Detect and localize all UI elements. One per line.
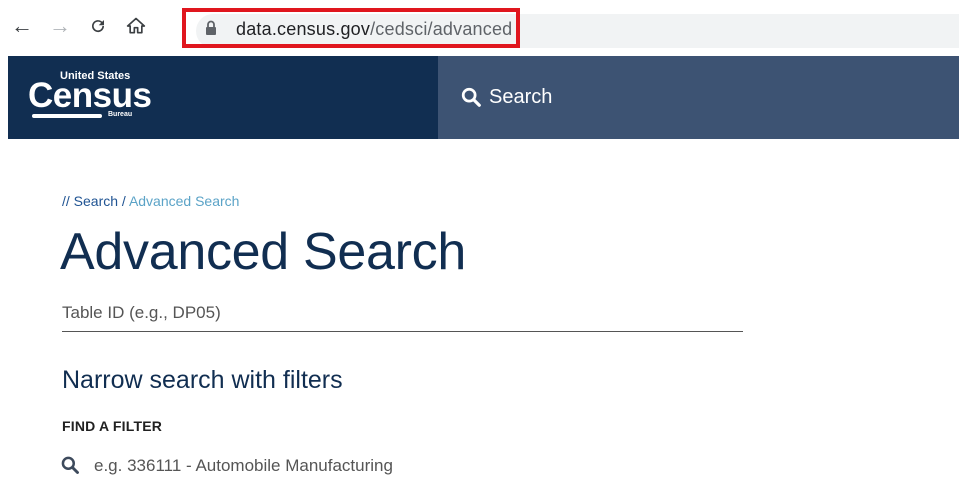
home-icon[interactable] <box>122 12 150 40</box>
header-search-link[interactable]: Search <box>438 56 959 139</box>
forward-arrow-icon[interactable]: → <box>46 12 74 40</box>
breadcrumb-search-link[interactable]: Search <box>74 193 118 209</box>
back-arrow-icon[interactable]: ← <box>8 12 36 40</box>
filters-heading: Narrow search with filters <box>62 366 343 394</box>
logo-bottom-text: Bureau <box>108 111 133 118</box>
page-title: Advanced Search <box>60 223 466 281</box>
site-header: United States Census Bureau Search <box>8 56 959 139</box>
breadcrumb-current: Advanced Search <box>128 193 240 209</box>
reload-icon[interactable] <box>84 12 112 40</box>
table-id-input[interactable] <box>62 294 743 332</box>
logo-main-text: Census <box>28 76 152 115</box>
census-logo[interactable]: United States Census Bureau <box>28 70 152 124</box>
search-icon <box>460 86 482 108</box>
breadcrumb: // Search / Advanced Search <box>62 193 239 209</box>
filter-search-input[interactable] <box>94 452 554 480</box>
breadcrumb-separator: / <box>121 193 126 209</box>
browser-toolbar: ← → data.census.gov/cedsci/advanced <box>0 0 959 56</box>
logo-underline <box>32 114 102 118</box>
find-filter-label: FIND A FILTER <box>62 418 163 434</box>
filter-search-icon <box>60 455 80 475</box>
header-search-label: Search <box>489 86 553 108</box>
filter-search-box[interactable] <box>60 452 560 480</box>
brand-area: United States Census Bureau <box>8 56 438 139</box>
breadcrumb-prefix: // <box>62 193 70 209</box>
url-highlight-box <box>182 8 520 48</box>
